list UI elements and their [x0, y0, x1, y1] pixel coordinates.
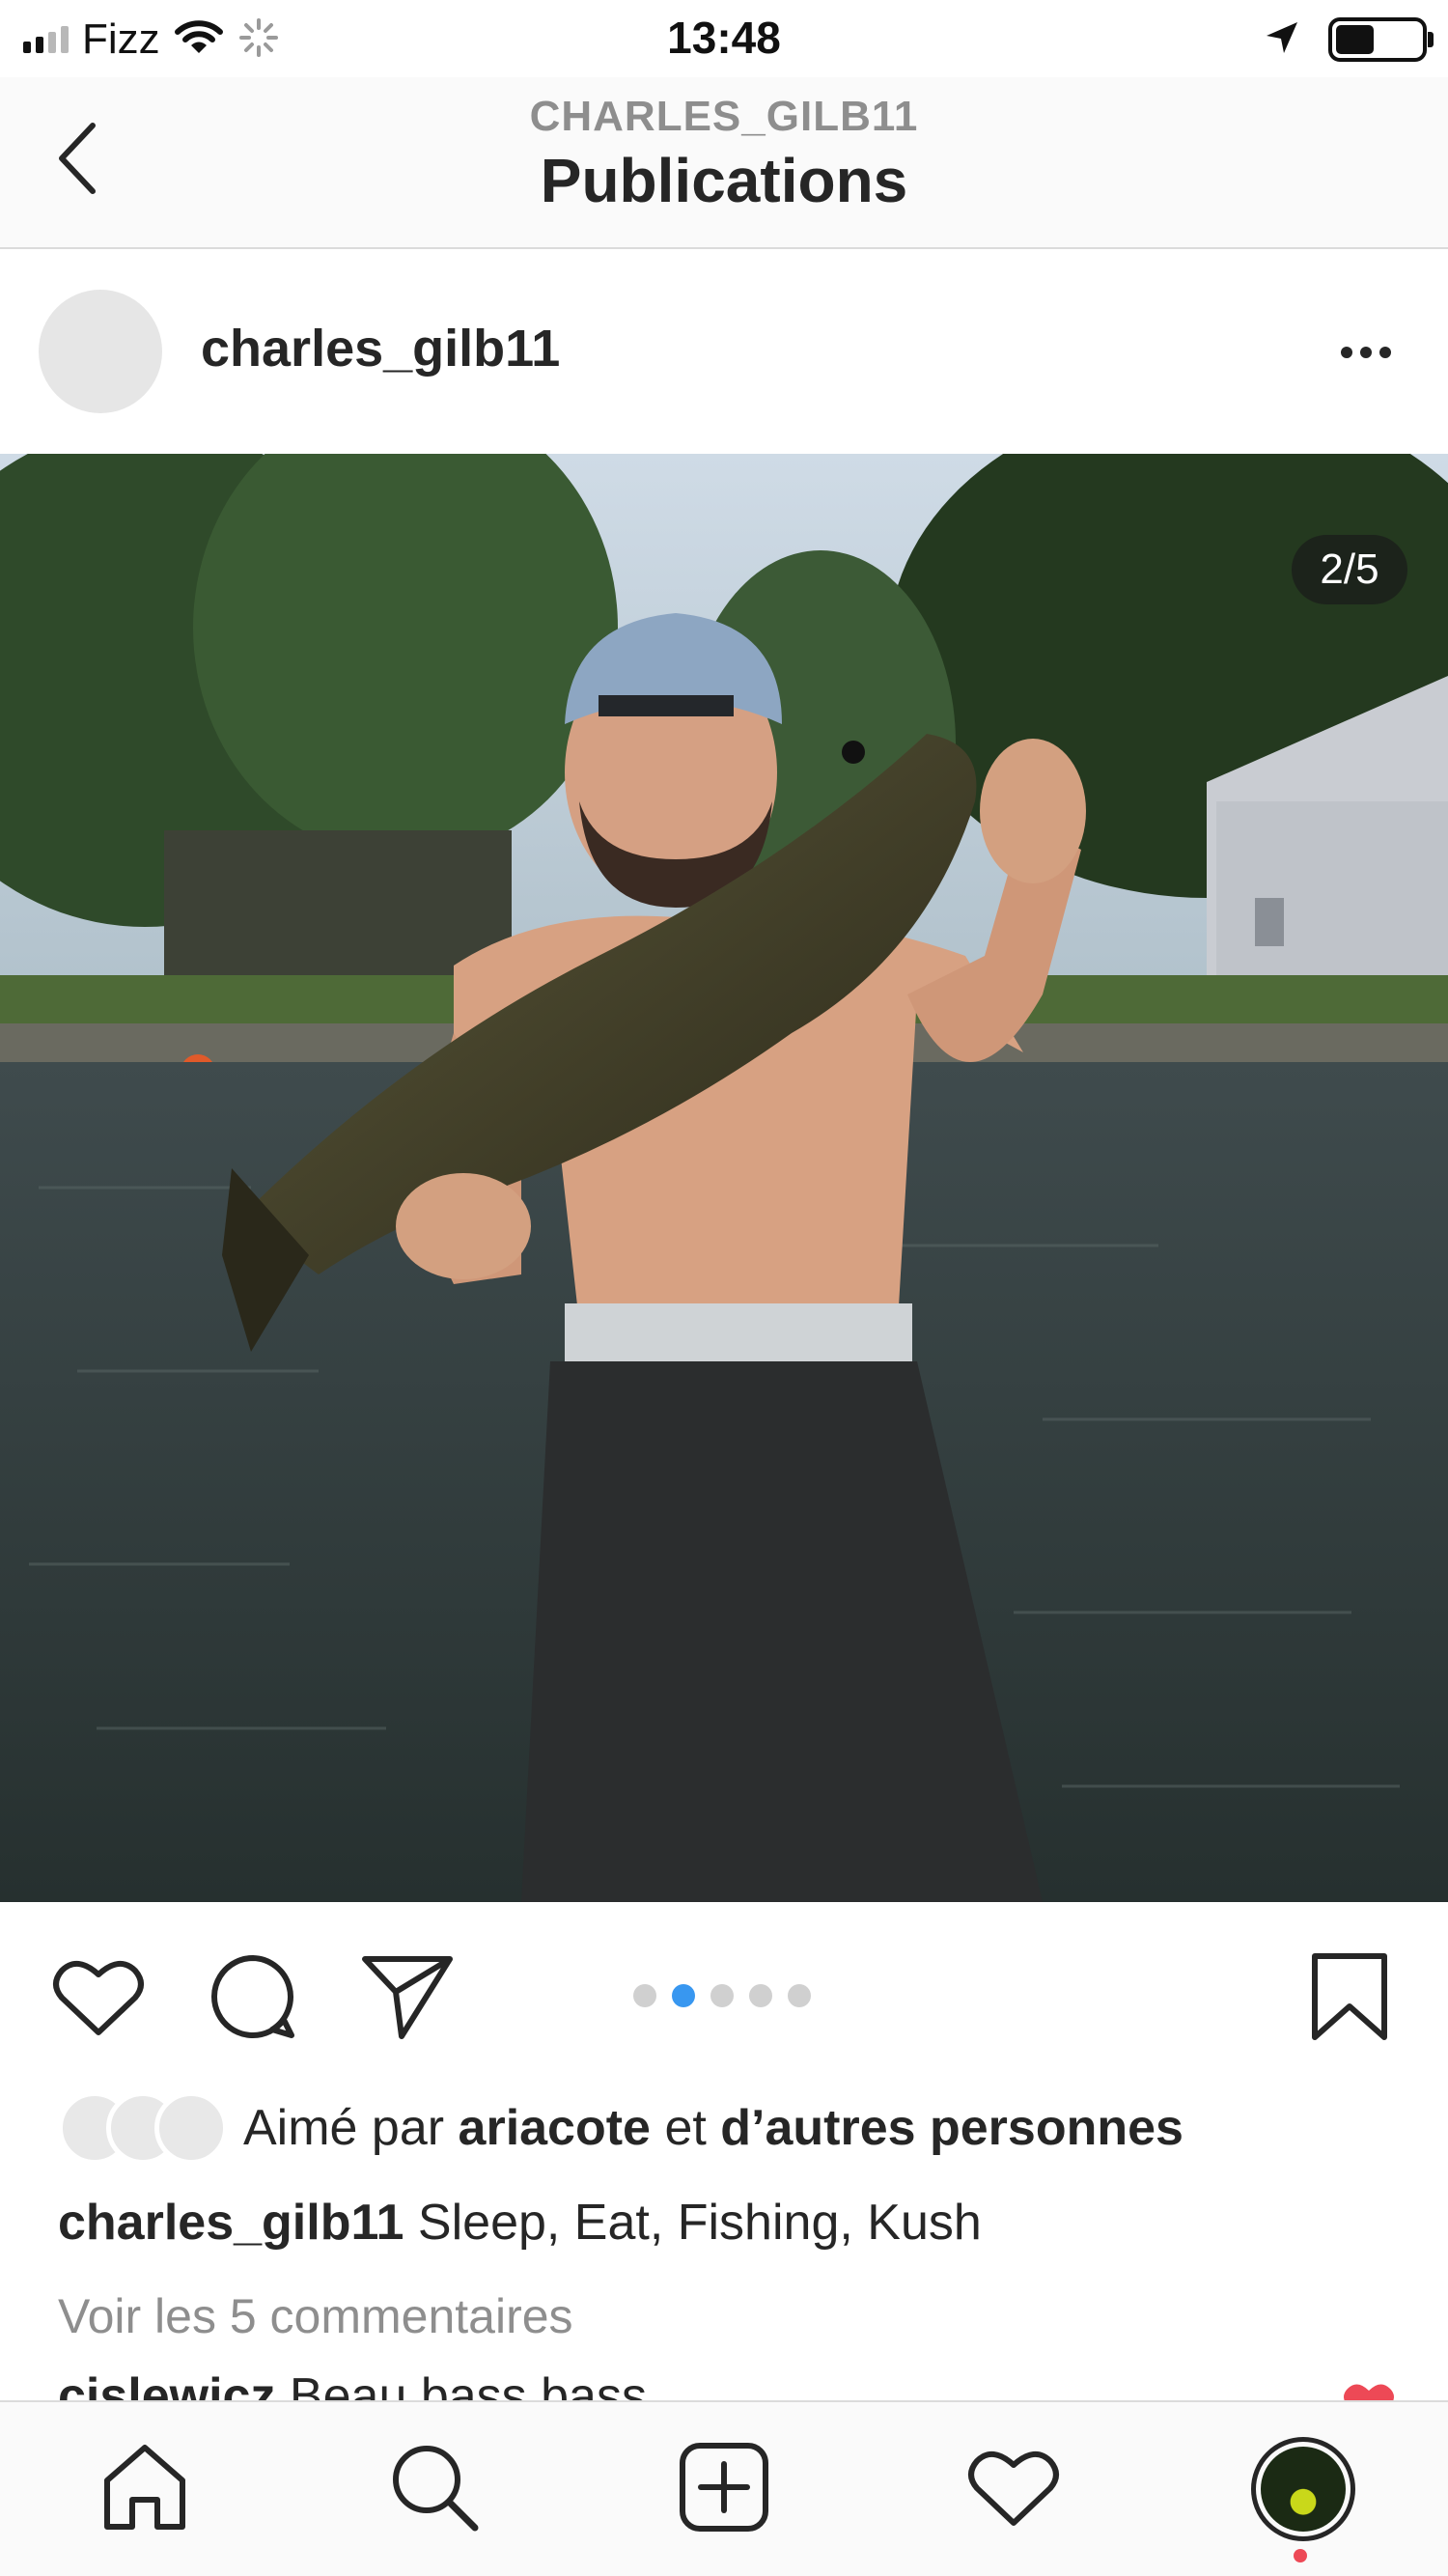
- activity-heart-icon: [967, 2446, 1060, 2534]
- avatar[interactable]: [39, 290, 162, 413]
- nav-header: CHARLES_GILB11 Publications: [0, 77, 1448, 249]
- status-bar: Fizz 13:48: [0, 0, 1448, 77]
- post-username[interactable]: charles_gilb11: [201, 319, 560, 378]
- carousel-indicator: [633, 1984, 811, 2007]
- comment-username[interactable]: cjslewicz: [58, 2368, 275, 2402]
- carousel-dot: [749, 1984, 772, 2007]
- status-right: [1263, 15, 1434, 64]
- profile-username-caps: CHARLES_GILB11: [529, 93, 919, 140]
- likes-text: Aimé par ariacote et d’autres personnes: [243, 2099, 1183, 2157]
- like-button[interactable]: [50, 1950, 147, 2047]
- likes-prefix: Aimé par: [243, 2100, 445, 2156]
- bookmark-icon: [1309, 1950, 1390, 2048]
- caption-text: Sleep, Eat, Fishing, Kush: [417, 2195, 982, 2251]
- caption-username[interactable]: charles_gilb11: [58, 2195, 404, 2251]
- comment-text: Beau bass bass: [289, 2368, 647, 2402]
- tab-activity[interactable]: [956, 2431, 1072, 2547]
- new-post-icon: [678, 2441, 770, 2538]
- tab-profile[interactable]: [1245, 2431, 1361, 2547]
- battery-level: [1336, 25, 1374, 54]
- likes-joiner: et: [664, 2100, 707, 2156]
- comment-bubble-icon: [209, 1952, 297, 2046]
- carousel-dot: [788, 1984, 811, 2007]
- heart-outline-icon: [52, 1955, 145, 2043]
- tab-new-post[interactable]: [666, 2431, 782, 2547]
- more-dot: [1360, 347, 1372, 358]
- more-dot: [1379, 347, 1391, 358]
- likes-row[interactable]: Aimé par ariacote et d’autres personnes: [58, 2087, 1183, 2169]
- profile-avatar: [1251, 2437, 1355, 2541]
- carousel-dot: [710, 1984, 734, 2007]
- more-dot: [1341, 347, 1352, 358]
- tab-bar: [0, 2400, 1448, 2576]
- fishing-photo: [0, 454, 1448, 1902]
- likes-others[interactable]: d’autres personnes: [720, 2100, 1183, 2156]
- view-comments-link[interactable]: Voir les 5 commentaires: [58, 2288, 573, 2344]
- post-image[interactable]: 2/5: [0, 454, 1448, 1902]
- status-time: 13:48: [667, 13, 781, 63]
- battery-icon: [1328, 17, 1434, 62]
- notification-dot: [1294, 2549, 1307, 2562]
- page-title: Publications: [540, 146, 908, 215]
- likes-user[interactable]: ariacote: [459, 2100, 651, 2156]
- liker-avatar: [154, 2091, 228, 2165]
- tab-home[interactable]: [87, 2431, 203, 2547]
- paper-plane-icon: [361, 1953, 454, 2045]
- comment-like-icon[interactable]: [1342, 2381, 1396, 2400]
- save-button[interactable]: [1301, 1950, 1398, 2047]
- comment-preview: cjslewicz Beau bass bass: [58, 2367, 647, 2402]
- tab-search[interactable]: [376, 2431, 492, 2547]
- share-button[interactable]: [359, 1950, 456, 2047]
- home-icon: [99, 2442, 190, 2537]
- more-options-button[interactable]: [1323, 328, 1409, 377]
- post-header: charles_gilb11: [0, 251, 1448, 454]
- location-arrow-icon: [1263, 18, 1301, 62]
- image-counter: 2/5: [1292, 535, 1407, 604]
- liker-avatars: [58, 2091, 234, 2165]
- carousel-dot: [633, 1984, 656, 2007]
- search-icon: [388, 2441, 481, 2538]
- comment-button[interactable]: [205, 1950, 301, 2047]
- carousel-dot-active: [672, 1984, 695, 2007]
- caption: charles_gilb11 Sleep, Eat, Fishing, Kush: [58, 2194, 982, 2252]
